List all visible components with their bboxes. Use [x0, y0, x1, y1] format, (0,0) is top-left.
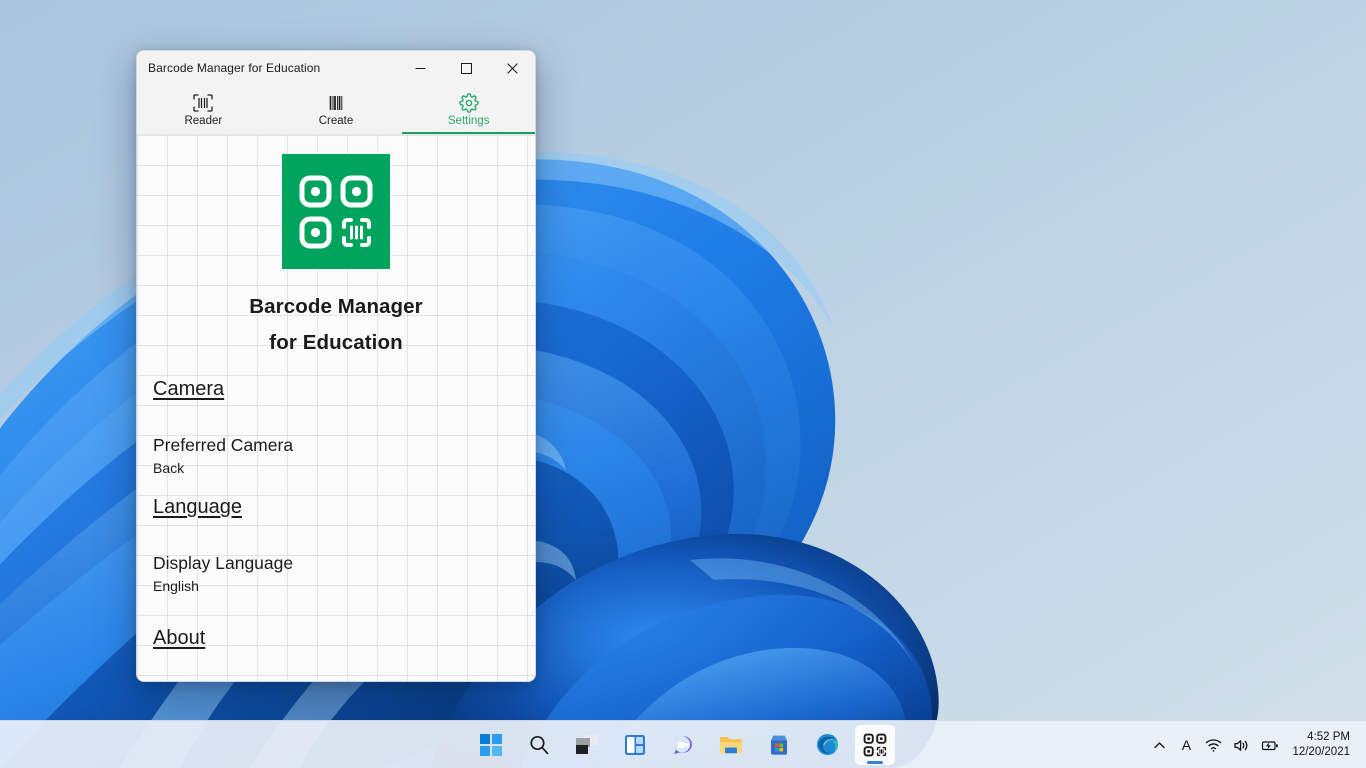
setting-title-preferred-camera: Preferred Camera	[153, 435, 294, 455]
tab-label-settings: Settings	[447, 115, 490, 127]
search-icon	[530, 735, 549, 754]
taskbar-item-file-explorer[interactable]	[711, 725, 751, 765]
tab-bar: Reader Create Settings	[137, 85, 535, 135]
input-indicator-button[interactable]: A	[1173, 725, 1199, 765]
qr-barcode-logo-icon	[299, 175, 373, 248]
battery-charging-icon	[1262, 740, 1279, 750]
taskbar-item-widgets[interactable]	[615, 725, 655, 765]
app-logo-wrap	[153, 135, 519, 269]
task-view-icon	[576, 734, 598, 754]
input-language-icon: A	[1181, 737, 1192, 753]
setting-display-language[interactable]: Display Language English	[153, 553, 519, 594]
taskbar-item-task-view[interactable]	[567, 725, 607, 765]
tab-reader[interactable]: Reader	[137, 85, 270, 134]
taskbar-item-chat[interactable]	[663, 725, 703, 765]
taskbar-item-edge[interactable]	[807, 725, 847, 765]
section-camera: Camera Preferred Camera Back	[153, 361, 519, 476]
setting-preferred-camera[interactable]: Preferred Camera Back	[153, 435, 519, 476]
app-title-line2: for Education	[269, 331, 403, 354]
tab-settings[interactable]: Settings	[402, 85, 535, 134]
close-icon	[506, 62, 518, 74]
window-title: Barcode Manager for Education	[148, 61, 321, 75]
setting-value-preferred-camera: Back	[153, 460, 185, 476]
taskbar-item-barcode-app[interactable]	[855, 724, 895, 765]
settings-panel: Barcode Manager for Education Camera Pre…	[137, 135, 535, 681]
qr-barcode-app-icon	[863, 733, 887, 756]
app-window: Barcode Manager for Education Reader Cre…	[136, 50, 536, 682]
taskbar-item-store[interactable]	[759, 725, 799, 765]
barcode-icon	[325, 91, 347, 113]
tab-label-create: Create	[318, 115, 354, 127]
speaker-icon	[1234, 739, 1248, 751]
window-titlebar[interactable]: Barcode Manager for Education	[137, 51, 535, 85]
minimize-button[interactable]	[397, 51, 443, 85]
gear-icon	[458, 91, 480, 113]
clock-date: 12/20/2021	[1292, 746, 1350, 758]
battery-button[interactable]	[1256, 725, 1285, 765]
edge-icon	[816, 733, 838, 756]
windows-start-icon	[480, 733, 502, 756]
clock[interactable]: 4:52 PM 12/20/2021	[1286, 725, 1360, 765]
desktop: Barcode Manager for Education Reader Cre…	[0, 0, 1366, 768]
taskbar-item-search[interactable]	[519, 725, 559, 765]
network-button[interactable]	[1200, 725, 1227, 765]
window-controls	[397, 51, 535, 85]
maximize-icon	[460, 62, 472, 74]
show-hidden-icons-button[interactable]	[1146, 725, 1172, 765]
app-title: Barcode Manager for Education	[153, 289, 519, 361]
tab-create[interactable]: Create	[270, 85, 403, 134]
taskbar-item-start[interactable]	[471, 725, 511, 765]
setting-value-display-language: English	[153, 578, 199, 594]
section-heading-camera[interactable]: Camera	[153, 378, 224, 401]
wifi-icon	[1206, 738, 1222, 752]
section-language: Language Display Language English	[153, 476, 519, 594]
folder-icon	[720, 736, 742, 753]
chat-icon	[674, 735, 693, 754]
volume-button[interactable]	[1228, 725, 1255, 765]
app-logo	[282, 154, 390, 269]
system-tray: A 4:52 PM 12/20/2021	[1146, 721, 1366, 768]
close-button[interactable]	[489, 51, 535, 85]
maximize-button[interactable]	[443, 51, 489, 85]
app-title-line1: Barcode Manager	[249, 295, 423, 318]
widgets-icon	[625, 734, 645, 755]
section-about: About	[153, 594, 519, 650]
section-heading-about[interactable]: About	[153, 627, 205, 650]
chevron-up-icon	[1154, 741, 1165, 748]
clock-time: 4:52 PM	[1307, 731, 1350, 743]
minimize-icon	[415, 67, 425, 69]
taskbar-center-group	[471, 724, 895, 765]
taskbar: A 4:52 PM 12/20/2021	[0, 720, 1366, 768]
section-heading-language[interactable]: Language	[153, 496, 242, 519]
setting-title-display-language: Display Language	[153, 553, 294, 573]
microsoft-store-icon	[771, 735, 787, 755]
tab-label-reader: Reader	[184, 115, 223, 127]
barcode-scan-icon	[192, 91, 214, 113]
